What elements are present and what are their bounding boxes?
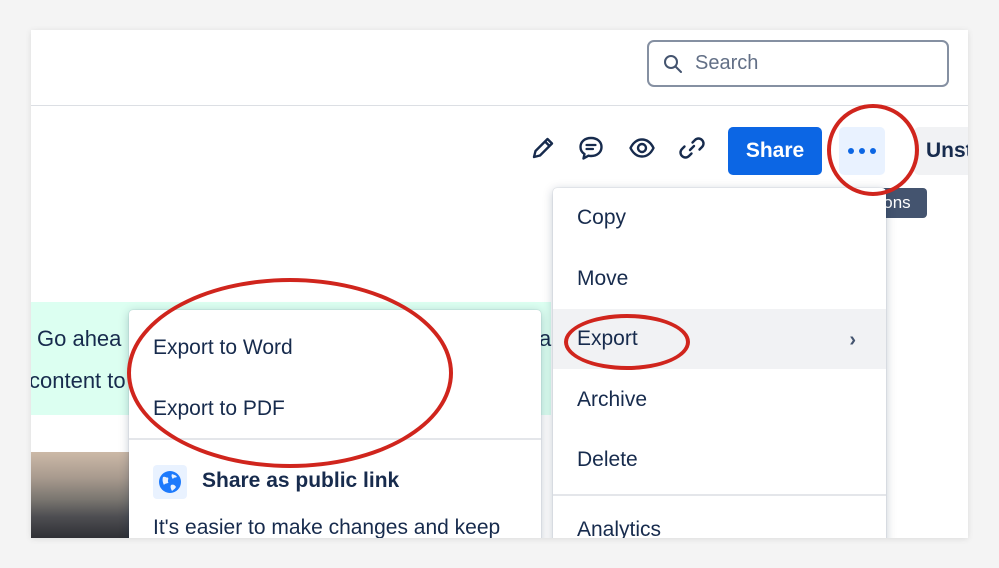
public-link-title[interactable]: Share as public link xyxy=(202,469,399,493)
menu-item-label: Archive xyxy=(577,388,648,411)
pencil-icon xyxy=(532,137,554,159)
comment-icon xyxy=(579,136,603,160)
copy-link-button[interactable] xyxy=(677,133,707,163)
comment-button[interactable] xyxy=(576,133,606,163)
menu-item-export[interactable]: Export › xyxy=(553,309,886,369)
more-dots-icon xyxy=(848,148,876,154)
share-button[interactable]: Share xyxy=(728,127,822,175)
chevron-right-icon: › xyxy=(849,329,856,351)
submenu-divider xyxy=(129,438,541,440)
app-window: Search Share Uns Go ahea a content to Co… xyxy=(31,30,968,538)
menu-item-label: Copy xyxy=(577,206,627,229)
banner-text-line-2: content to xyxy=(31,368,126,393)
eye-icon xyxy=(629,138,655,158)
globe-icon xyxy=(159,471,181,493)
search-placeholder: Search xyxy=(695,52,759,74)
public-link-option[interactable] xyxy=(153,465,187,499)
export-to-word-item[interactable]: Export to Word xyxy=(129,318,541,378)
watch-button[interactable] xyxy=(627,133,657,163)
menu-divider xyxy=(553,494,886,496)
link-icon xyxy=(679,137,705,159)
submenu-item-label: Export to Word xyxy=(153,336,293,359)
export-submenu: Export to Word Export to PDF Share as pu… xyxy=(129,310,541,538)
submenu-item-label: Export to PDF xyxy=(153,397,285,420)
menu-item-label: Export xyxy=(577,327,638,350)
menu-item-label: Move xyxy=(577,267,629,290)
public-link-description: It's easier to make changes and keep xyxy=(153,516,501,538)
menu-item-analytics[interactable]: Analytics xyxy=(553,500,886,538)
menu-item-label: Analytics xyxy=(577,518,662,538)
page-image xyxy=(31,452,141,538)
export-to-pdf-item[interactable]: Export to PDF xyxy=(129,379,541,439)
menu-item-archive[interactable]: Archive xyxy=(553,370,886,430)
edit-button[interactable] xyxy=(528,133,558,163)
menu-item-label: Delete xyxy=(577,448,638,471)
menu-item-copy[interactable]: Copy xyxy=(553,188,886,248)
banner-text-line-1: Go ahea xyxy=(37,326,122,351)
menu-item-move[interactable]: Move xyxy=(553,249,886,309)
more-actions-menu: Copy Move Export › Archive Delete Analyt… xyxy=(553,188,886,538)
menu-item-delete[interactable]: Delete xyxy=(553,430,886,490)
more-actions-button[interactable] xyxy=(839,127,885,175)
unstar-button[interactable]: Unst xyxy=(914,127,968,175)
top-navigation-bar: Search xyxy=(31,30,968,106)
search-icon xyxy=(664,54,682,73)
search-input[interactable]: Search xyxy=(647,40,949,87)
